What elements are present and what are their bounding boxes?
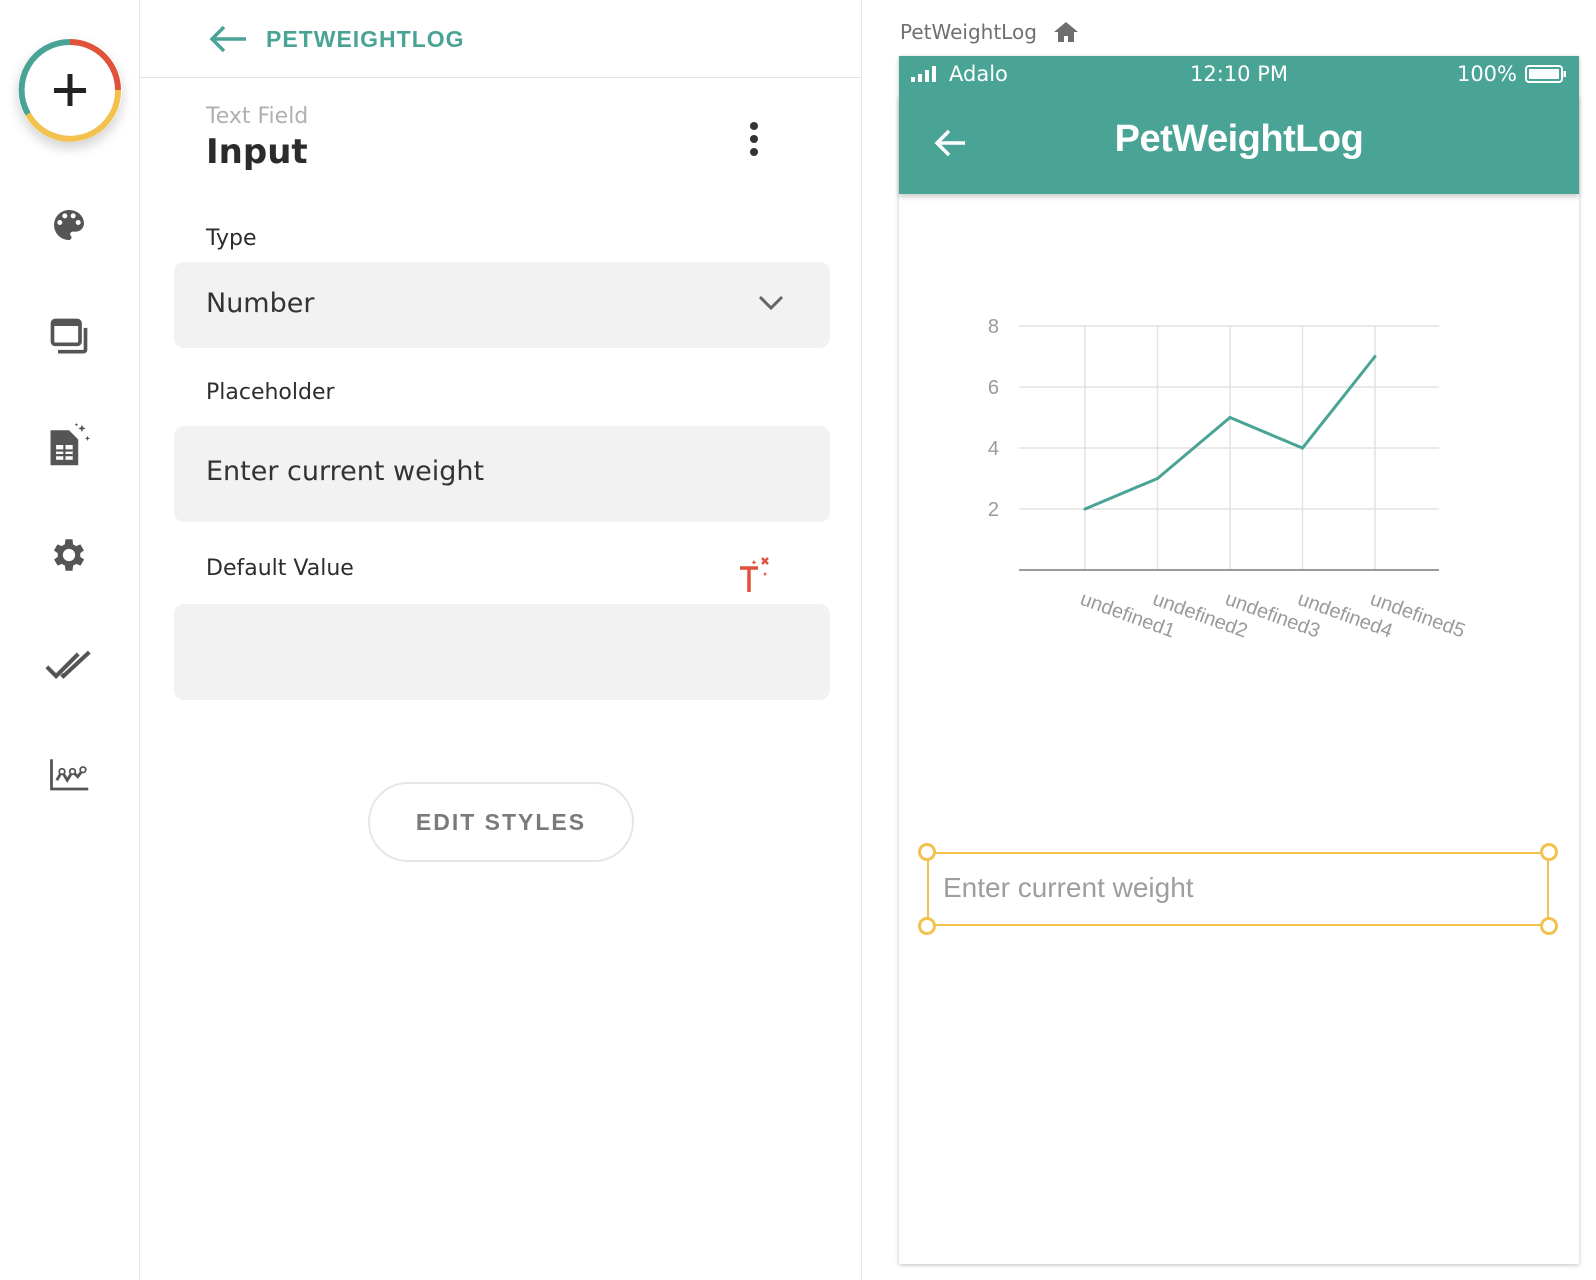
resize-handle-top-right[interactable] <box>1540 843 1558 861</box>
status-bar: Adalo 12:10 PM 100% <box>899 56 1579 94</box>
add-component-button[interactable] <box>18 38 122 142</box>
data-point <box>1156 477 1159 480</box>
app-bar-title: PetWeightLog <box>1114 118 1364 160</box>
resize-handle-bottom-left[interactable] <box>918 917 936 935</box>
checklist-icon[interactable] <box>44 640 94 690</box>
palette-icon[interactable] <box>44 200 94 250</box>
weight-input-placeholder: Enter current weight <box>943 872 1194 903</box>
y-tick-label: 8 <box>988 316 999 338</box>
placeholder-value: Enter current weight <box>206 456 485 487</box>
component-kind: Text Field <box>206 104 309 129</box>
y-tick-label: 4 <box>988 438 999 460</box>
type-label: Type <box>206 226 257 251</box>
device-screen: Adalo 12:10 PM 100% PetWeightLog 2 4 6 8… <box>899 56 1579 1264</box>
battery-icon <box>1525 65 1566 83</box>
edit-styles-button[interactable]: EDIT STYLES <box>368 782 634 862</box>
data-point <box>1301 446 1304 450</box>
properties-panel: PETWEIGHTLOG Text Field Input Type Numbe… <box>140 0 862 1280</box>
type-value: Number <box>206 288 315 319</box>
settings-icon[interactable] <box>44 530 94 580</box>
add-icon <box>18 38 122 142</box>
data-point <box>1228 416 1232 419</box>
back-arrow-icon[interactable] <box>208 24 248 54</box>
left-icon-rail <box>0 0 140 1280</box>
panel-header: PETWEIGHTLOG <box>140 0 862 78</box>
resize-handle-bottom-right[interactable] <box>1540 917 1558 935</box>
preview-area: PetWeightLog Adalo 12:10 PM 100% PetWeig… <box>862 0 1596 1280</box>
default-value-input[interactable] <box>174 604 830 700</box>
breadcrumb: PetWeightLog <box>900 20 1079 44</box>
weight-input-selected[interactable]: Enter current weight <box>918 843 1558 935</box>
data-point <box>1373 355 1377 358</box>
app-name-link[interactable]: PETWEIGHTLOG <box>266 26 465 53</box>
home-icon[interactable] <box>1053 21 1079 43</box>
data-point <box>1083 507 1087 511</box>
screens-icon[interactable] <box>44 312 94 362</box>
placeholder-input[interactable]: Enter current weight <box>174 426 830 522</box>
more-options-icon[interactable] <box>742 118 766 160</box>
placeholder-label: Placeholder <box>206 380 335 405</box>
app-root: PETWEIGHTLOG Text Field Input Type Numbe… <box>0 0 1596 1280</box>
y-tick-label: 2 <box>988 499 999 521</box>
default-value-label: Default Value <box>206 556 354 581</box>
y-tick-label: 6 <box>988 377 999 399</box>
resize-handle-top-left[interactable] <box>918 843 936 861</box>
chevron-down-icon <box>758 295 784 311</box>
magic-text-icon[interactable] <box>736 556 776 596</box>
weight-line-chart[interactable]: 2468undefined1undefined2undefined3undefi… <box>959 306 1519 726</box>
type-select[interactable]: Number <box>174 262 830 348</box>
analytics-icon[interactable] <box>44 750 94 800</box>
app-bar: PetWeightLog <box>899 94 1579 194</box>
component-name: Input <box>206 132 308 172</box>
database-icon[interactable] <box>44 420 94 470</box>
breadcrumb-app-name[interactable]: PetWeightLog <box>900 20 1037 44</box>
battery-percent: 100% <box>1456 62 1517 86</box>
